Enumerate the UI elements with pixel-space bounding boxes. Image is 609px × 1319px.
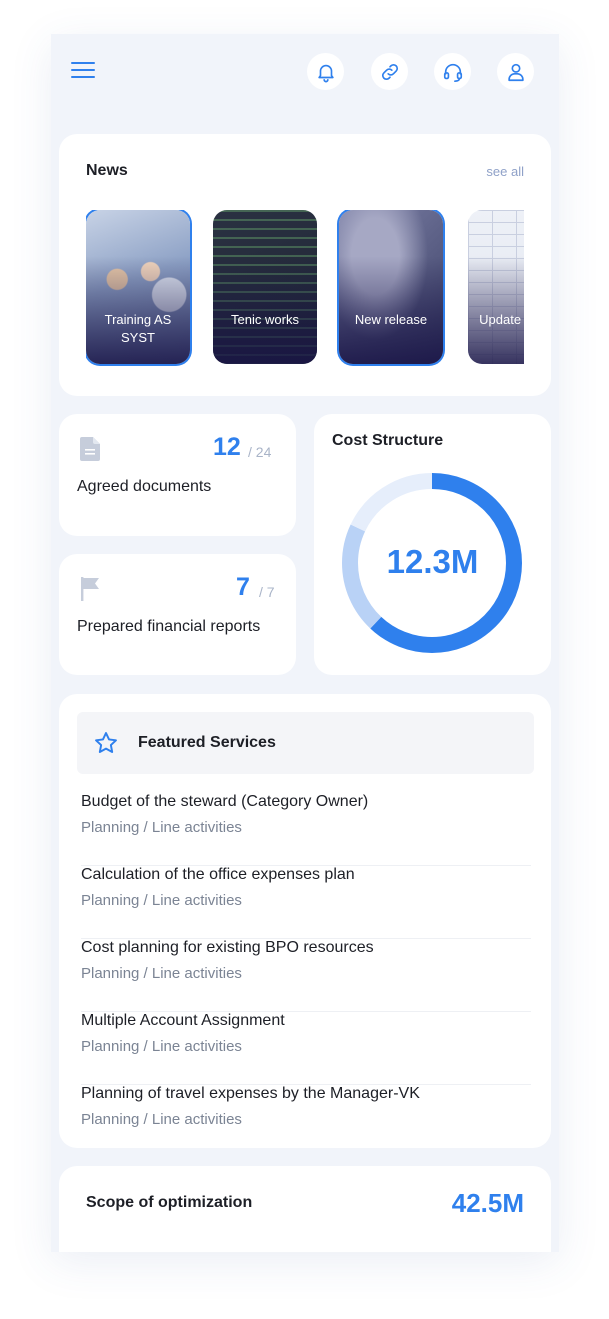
service-category: Planning / Line activities bbox=[81, 892, 242, 909]
featured-services-card: Featured Services Budget of the steward … bbox=[59, 694, 551, 1148]
service-title: Multiple Account Assignment bbox=[81, 1012, 285, 1029]
reports-count: 7 bbox=[236, 573, 250, 601]
service-category: Planning / Line activities bbox=[81, 1111, 242, 1128]
headset-icon[interactable] bbox=[434, 53, 471, 90]
service-category: Planning / Line activities bbox=[81, 1038, 242, 1055]
link-icon[interactable] bbox=[371, 53, 408, 90]
news-overlay bbox=[339, 210, 443, 364]
news-carousel[interactable]: Training AS SYST Tenic works New release… bbox=[86, 210, 524, 366]
scope-title: Scope of optimization bbox=[86, 1194, 253, 1211]
document-icon bbox=[80, 437, 100, 466]
agreed-count: 12 bbox=[213, 433, 241, 461]
featured-services-header[interactable]: Featured Services bbox=[77, 712, 534, 774]
news-item-tenic-works[interactable]: Tenic works bbox=[213, 210, 317, 364]
news-item-new-release[interactable]: New release bbox=[339, 210, 443, 364]
news-item-label: Tenic works bbox=[231, 312, 299, 327]
news-item-training[interactable]: Training AS SYST bbox=[86, 210, 190, 364]
cost-structure-card[interactable]: Cost Structure 12.3M bbox=[314, 414, 551, 675]
service-title: Budget of the steward (Category Owner) bbox=[81, 793, 369, 810]
see-all-link[interactable]: see all bbox=[486, 164, 524, 179]
reports-label: Prepared financial reports bbox=[77, 618, 261, 635]
service-item[interactable]: Cost planning for existing BPO resources… bbox=[81, 939, 531, 1012]
news-card: News see all Training AS SYST Tenic work… bbox=[59, 134, 551, 396]
scope-value: 42.5M bbox=[451, 1188, 524, 1218]
service-item[interactable]: Planning of travel expenses by the Manag… bbox=[81, 1085, 531, 1158]
scope-card[interactable]: Scope of optimization 42.5M bbox=[59, 1166, 551, 1252]
flag-icon bbox=[81, 577, 101, 606]
news-item-label: Training AS SYST bbox=[104, 312, 172, 345]
service-item[interactable]: Budget of the steward (Category Owner) P… bbox=[81, 793, 531, 866]
news-item-label: New release bbox=[354, 312, 428, 327]
featured-services-title: Featured Services bbox=[138, 734, 276, 751]
service-title: Planning of travel expenses by the Manag… bbox=[81, 1085, 420, 1102]
news-item-label: Update CUBE bbox=[479, 312, 524, 327]
reports-total: / 7 bbox=[259, 584, 275, 600]
financial-reports-card[interactable]: 7 / 7 Prepared financial reports bbox=[59, 554, 296, 675]
user-icon[interactable] bbox=[497, 53, 534, 90]
service-category: Planning / Line activities bbox=[81, 965, 242, 982]
service-title: Calculation of the office expenses plan bbox=[81, 866, 355, 883]
service-item[interactable]: Calculation of the office expenses plan … bbox=[81, 866, 531, 939]
agreed-total: / 24 bbox=[248, 444, 272, 460]
hamburger-icon[interactable] bbox=[71, 60, 97, 80]
star-icon bbox=[93, 730, 119, 761]
news-title: News bbox=[86, 162, 128, 179]
agreed-documents-card[interactable]: 12 / 24 Agreed documents bbox=[59, 414, 296, 536]
app-screen: News see all Training AS SYST Tenic work… bbox=[51, 34, 559, 1252]
bell-icon[interactable] bbox=[307, 53, 344, 90]
cost-structure-value: 12.3M bbox=[386, 543, 479, 580]
news-item-update-cube[interactable]: Update CUBE bbox=[468, 210, 524, 364]
news-overlay bbox=[468, 210, 524, 364]
agreed-label: Agreed documents bbox=[77, 478, 212, 495]
top-bar bbox=[51, 34, 559, 112]
service-category: Planning / Line activities bbox=[81, 819, 242, 836]
service-title: Cost planning for existing BPO resources bbox=[81, 939, 374, 956]
cost-structure-title: Cost Structure bbox=[332, 432, 444, 449]
service-item[interactable]: Multiple Account Assignment Planning / L… bbox=[81, 1012, 531, 1085]
news-overlay bbox=[213, 210, 317, 364]
